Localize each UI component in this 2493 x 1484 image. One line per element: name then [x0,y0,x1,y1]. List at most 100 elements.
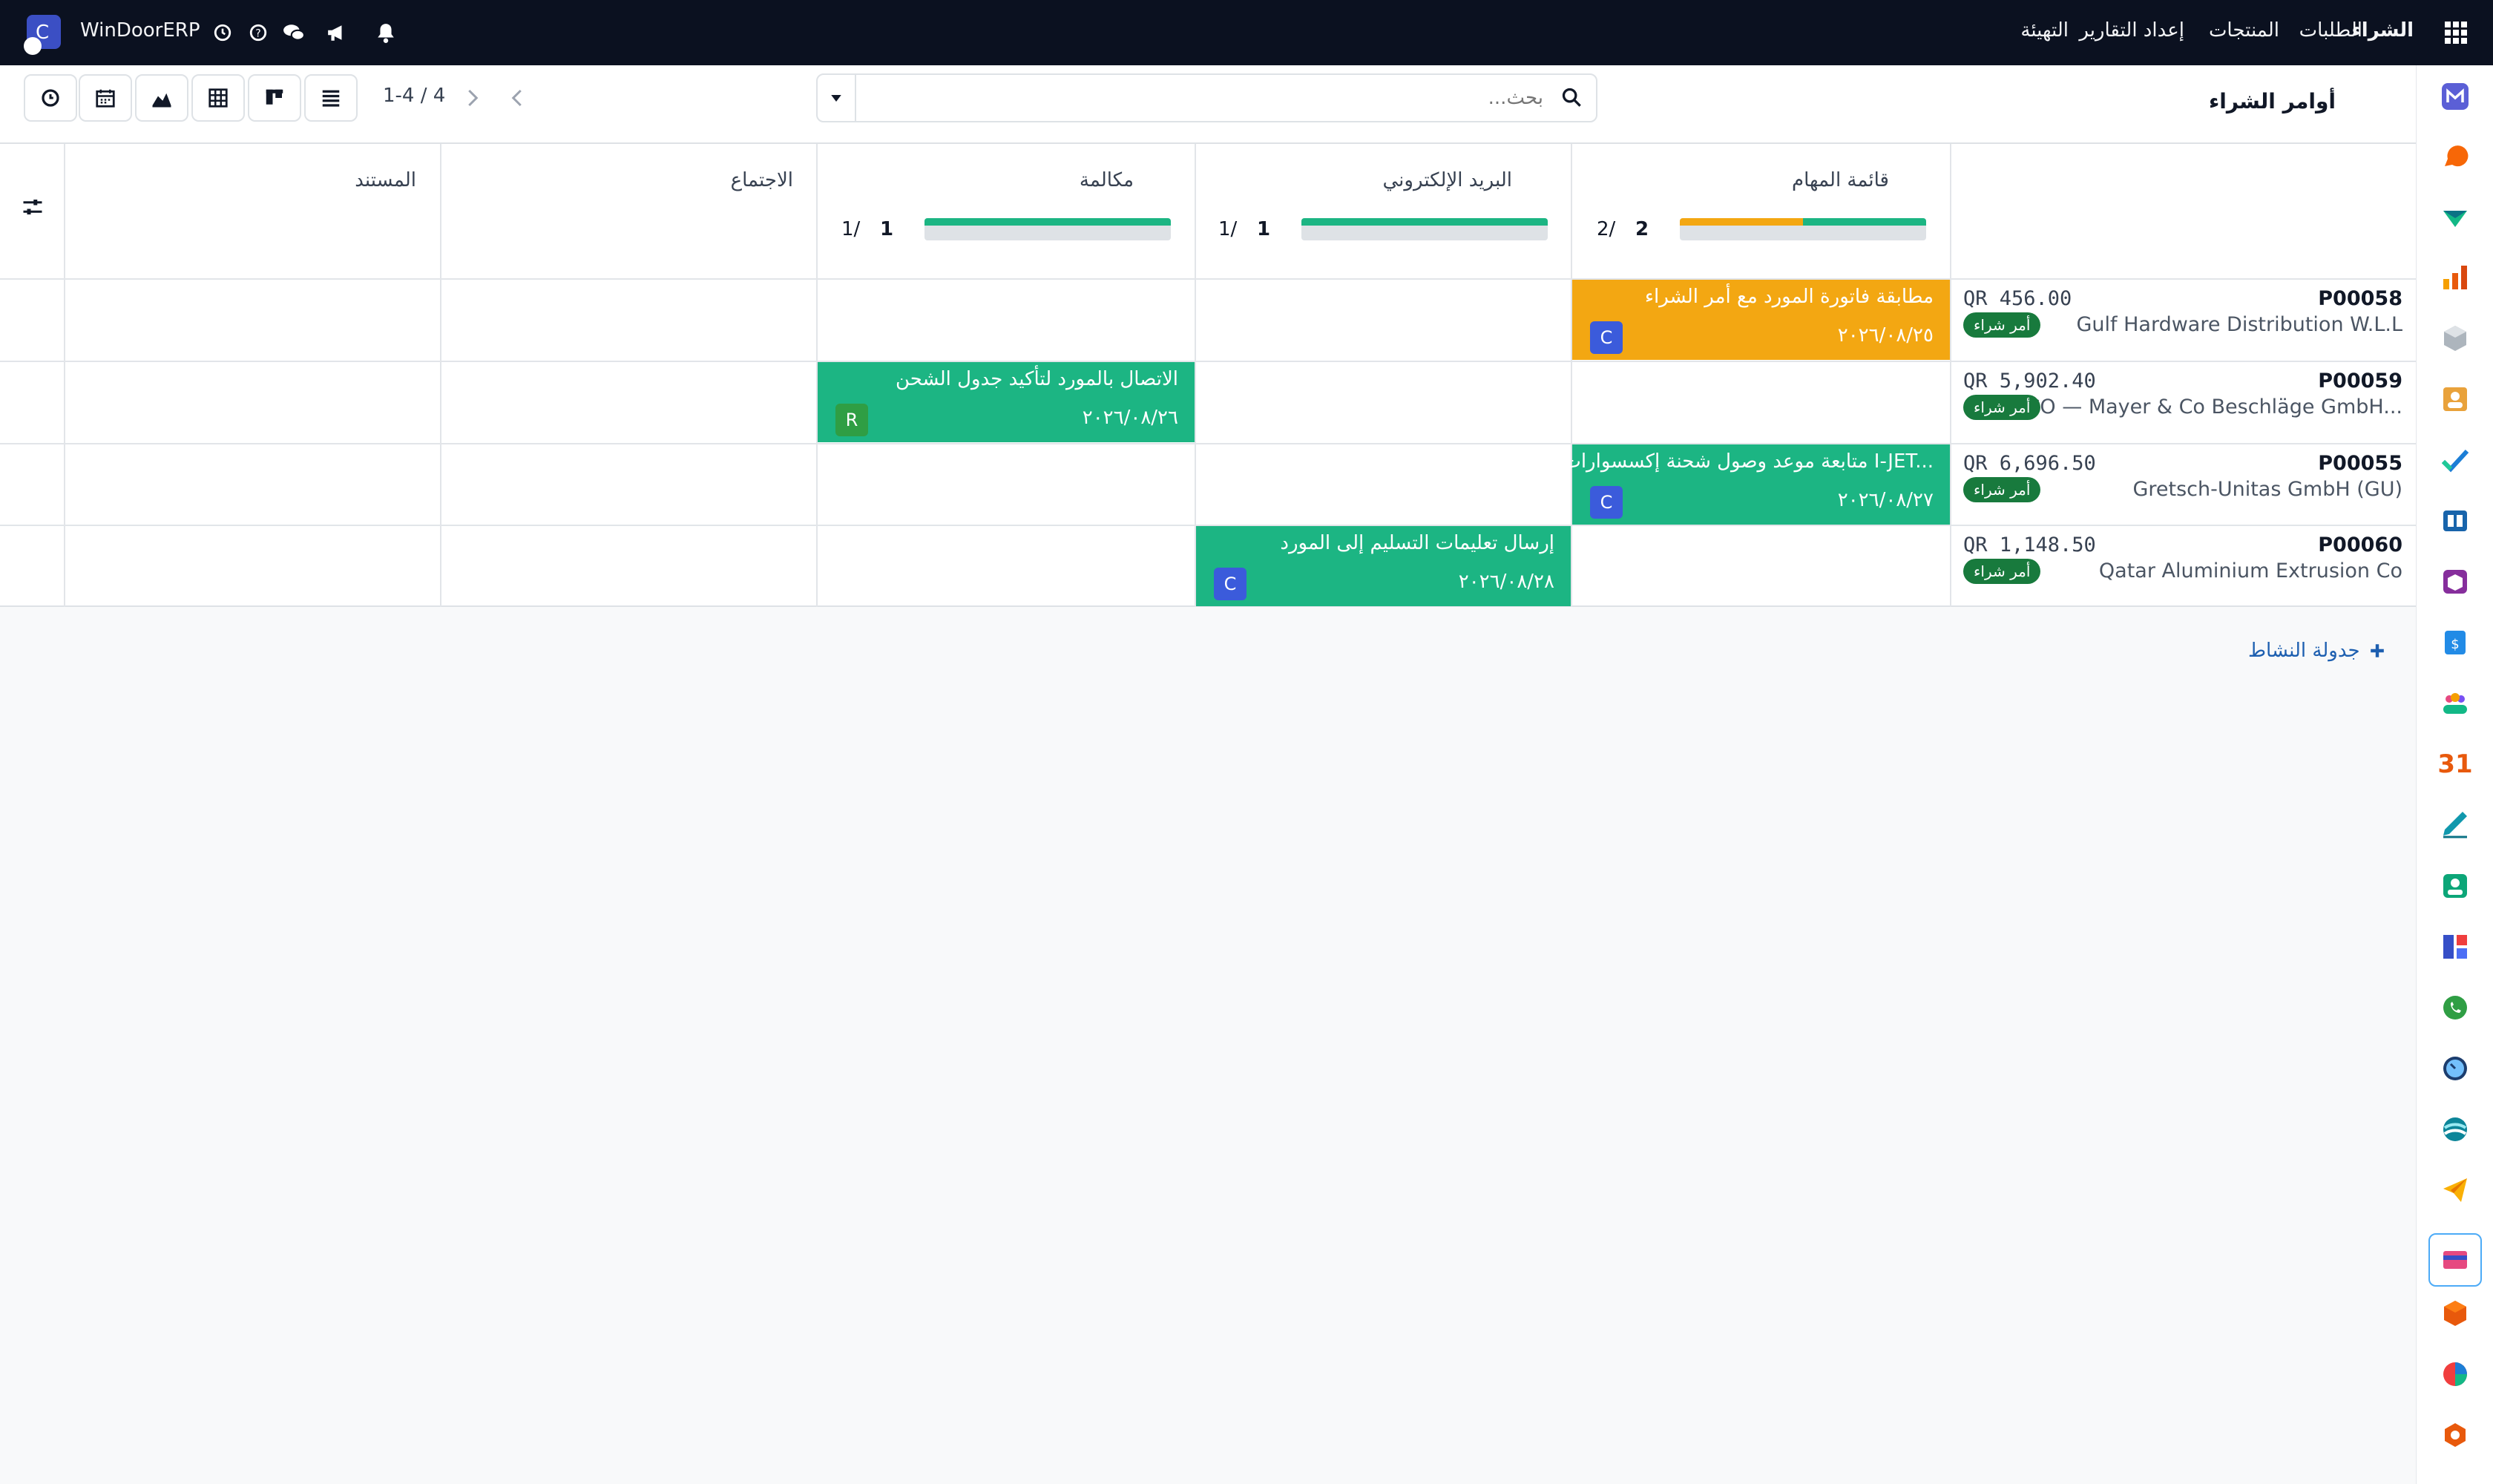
table-row[interactable]: P00060 Qatar Aluminium Extrusion Co QR 1… [1951,526,2416,607]
record-amount: QR 456.00 [1963,287,2072,310]
clock-icon[interactable] [208,18,237,47]
record-vendor: CO — Mayer & Co Beschläge GmbH... [2026,395,2402,418]
activity-summary: مطابقة فاتورة المورد مع أمر الشراء [1644,286,1934,308]
list-icon [322,90,340,107]
team-app-icon[interactable] [2439,687,2471,720]
table-row[interactable]: P00059 CO — Mayer & Co Beschläge GmbH...… [1951,362,2416,443]
app-rail: $ 31 [2416,65,2493,1484]
status-badge: أمر شراء [1963,312,2041,338]
activity-view-button[interactable] [24,74,77,122]
column-email-progress[interactable] [1301,218,1548,240]
status-badge: أمر شراء [1963,395,2041,420]
column-todo-total: 2/ [1597,218,1616,240]
column-call-title: مكالمة [1079,169,1134,191]
svg-text:$: $ [2451,637,2459,652]
menu-reporting[interactable]: إعداد التقارير [2079,19,2184,42]
svg-text:?: ? [255,27,260,39]
contacts-app-icon[interactable] [2439,383,2471,416]
table-icon [208,88,228,108]
column-document-title: المستند [355,169,416,191]
sliders-icon[interactable] [22,196,44,218]
bell-icon[interactable] [371,18,401,47]
activity-cell[interactable]: الاتصال بالمورد لتأكيد جدول الشحن ٢٠٢٦/٠… [818,362,1195,442]
activity-date: ٢٠٢٦/٠٨/٢٦ [1082,407,1178,429]
menu-products[interactable]: المنتجات [2209,19,2279,42]
activity-date: ٢٠٢٦/٠٨/٢٥ [1837,324,1934,347]
record-amount: QR 1,148.50 [1963,533,2096,556]
search-input[interactable] [862,81,1545,115]
activity-cell[interactable]: متابعة موعد وصول شحنة إكسسوارات I-JET...… [1563,444,1950,525]
calendar-view-button[interactable] [79,74,132,122]
column-meeting-title: الاجتماع [730,169,793,191]
menu-configuration[interactable]: التهيئة [2020,19,2069,42]
chart-app-icon[interactable] [2439,1358,2471,1391]
chat-icon[interactable] [279,18,309,47]
kanban-icon [266,89,283,105]
search-bar[interactable] [816,73,1597,122]
vendor-app-icon[interactable] [2439,200,2471,233]
packages-app-icon[interactable] [2439,565,2471,598]
library-app-icon[interactable] [2439,505,2471,537]
settings-app-icon[interactable] [2439,1419,2471,1451]
activity-date: ٢٠٢٦/٠٨/٢٨ [1458,571,1554,593]
record-amount: QR 5,902.40 [1963,370,2096,393]
pager-next-button[interactable] [451,74,493,122]
activity-cell[interactable]: إرسال تعليمات التسليم إلى المورد ٢٠٢٦/٠٨… [1196,526,1571,606]
surveys-app-icon[interactable] [2439,1113,2471,1146]
status-badge: أمر شراء [1963,559,2041,584]
pager-value[interactable]: 1-4 / 4 [383,85,445,107]
clock-app-icon[interactable] [2439,1052,2471,1085]
megaphone-icon[interactable] [322,18,352,47]
menu-orders[interactable]: الطلبات [2299,19,2362,42]
column-email-total: 1/ [1218,218,1238,240]
help-icon[interactable]: ? [243,18,273,47]
company-name[interactable]: WinDoorERP [80,19,200,42]
list-view-button[interactable] [304,74,358,122]
avatar: C [1590,486,1623,519]
activity-summary: الاتصال بالمورد لتأكيد جدول الشحن [895,368,1178,390]
company-avatar[interactable]: C [24,15,61,55]
column-email-count: 1 [1257,218,1271,240]
status-badge: أمر شراء [1963,477,2041,502]
column-call-progress[interactable] [924,218,1171,240]
avatar: R [835,404,868,436]
sign-app-icon[interactable] [2439,809,2471,841]
pager-previous-button[interactable] [497,74,539,122]
record-vendor: Gretsch-Unitas GmbH (GU) [2132,478,2402,501]
table-row[interactable]: P00055 Gretsch-Unitas GmbH (GU) QR 6,696… [1951,444,2416,525]
cards-app-icon[interactable] [2428,1233,2482,1287]
column-call-total: 1/ [841,218,861,240]
calendar-icon [96,89,115,108]
column-email-title: البريد الإلكتروني [1382,169,1512,191]
mail-app-icon[interactable] [2439,80,2471,113]
plus-icon [2370,644,2384,657]
column-todo-title: قائمة المهام [1791,169,1889,191]
tasks-app-icon[interactable] [2439,444,2471,476]
apps-menu-icon[interactable] [2441,18,2471,47]
reporting-app-icon[interactable] [2439,261,2471,294]
whatsapp-app-icon[interactable] [2439,991,2471,1024]
pivot-view-button[interactable] [191,74,245,122]
telegram-app-icon[interactable] [2439,1174,2471,1206]
search-toggle-button[interactable] [818,75,856,121]
kanban-view-button[interactable] [248,74,301,122]
search-icon[interactable] [1561,87,1582,108]
table-row[interactable]: P00058 Gulf Hardware Distribution W.L.L … [1951,280,2416,361]
activity-summary: متابعة موعد وصول شحنة إكسسوارات I-JET... [1563,450,1934,473]
chevron-right-icon [468,89,479,107]
column-call-count: 1 [880,218,894,240]
graph-view-button[interactable] [135,74,188,122]
column-todo-count: 2 [1635,218,1649,240]
column-todo-progress[interactable] [1680,218,1926,240]
modules-app-icon[interactable] [2439,1297,2471,1330]
discuss-app-icon[interactable] [2439,139,2471,172]
activity-grid: قائمة المهام 2 2/ البريد الإلكتروني 1 1/… [0,144,2416,607]
invoicing-app-icon[interactable]: $ [2439,626,2471,659]
schedule-activity-link[interactable]: جدولة النشاط [2248,640,2385,662]
inventory-app-icon[interactable] [2439,322,2471,355]
activity-cell[interactable]: مطابقة فاتورة المورد مع أمر الشراء ٢٠٢٦/… [1572,280,1950,360]
dashboard-app-icon[interactable] [2439,930,2471,963]
calendar-app-icon[interactable]: 31 [2437,748,2472,781]
control-panel: أوامر الشراء 1-4 / 4 [0,65,2416,144]
employees-app-icon[interactable] [2439,870,2471,902]
